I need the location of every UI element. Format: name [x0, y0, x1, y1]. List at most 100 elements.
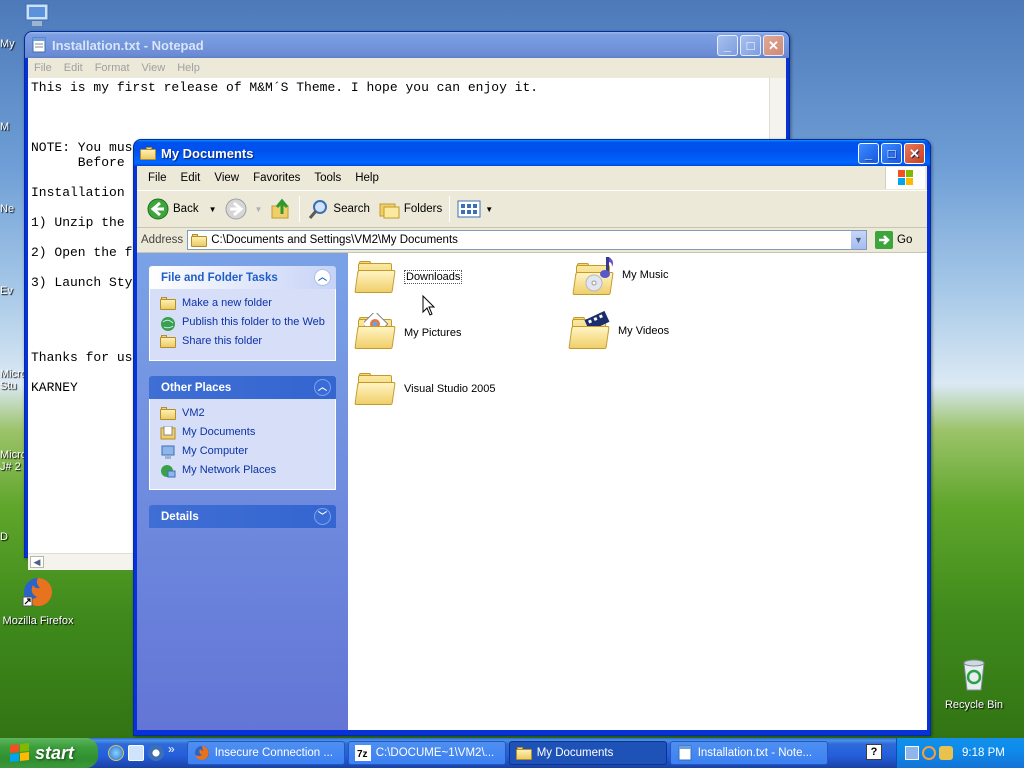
menu-file[interactable]: File	[34, 62, 52, 74]
panel-header[interactable]: File and Folder Tasks ︿	[149, 266, 336, 289]
desktop-edge-label[interactable]: Stu	[0, 380, 17, 392]
close-button[interactable]: ✕	[904, 143, 925, 164]
media-player-icon[interactable]	[148, 745, 164, 761]
maximize-button[interactable]: □	[881, 143, 902, 164]
desktop-edge-label[interactable]: Micro	[0, 368, 27, 380]
panel-header[interactable]: Other Places ︿	[149, 376, 336, 399]
address-input[interactable]: C:\Documents and Settings\VM2\My Documen…	[187, 230, 867, 250]
folder-item-downloads[interactable]: Downloads	[354, 261, 463, 293]
place-my-documents[interactable]: My Documents	[160, 425, 329, 440]
taskbar-item-firefox[interactable]: Insecure Connection ...	[186, 741, 345, 765]
svg-text:7z: 7z	[357, 749, 368, 760]
folder-icon	[354, 261, 396, 293]
views-button[interactable]: ▼	[453, 194, 497, 224]
security-tray-icon[interactable]	[939, 746, 953, 760]
folder-label: Downloads	[404, 270, 463, 284]
up-button[interactable]	[266, 194, 296, 224]
taskbar-item-my-documents[interactable]: My Documents	[508, 741, 667, 765]
maximize-button[interactable]: □	[740, 35, 761, 56]
address-dropdown-icon[interactable]: ▼	[850, 231, 866, 249]
panel-title: Details	[161, 510, 199, 523]
clock[interactable]: 9:18 PM	[962, 747, 1005, 759]
desktop-icon-recycle-bin[interactable]: Recycle Bin	[934, 657, 1014, 711]
close-button[interactable]: ✕	[763, 35, 784, 56]
folder-label: Visual Studio 2005	[404, 383, 496, 395]
menu-view[interactable]: View	[142, 62, 166, 74]
scroll-left-icon[interactable]: ◀	[30, 556, 44, 568]
search-icon	[309, 200, 328, 219]
start-label: start	[35, 742, 75, 763]
desktop-edge-label[interactable]: My	[0, 38, 15, 50]
place-my-network-places[interactable]: My Network Places	[160, 464, 329, 478]
desktop-edge-label[interactable]: Ne	[0, 203, 14, 215]
folder-icon	[140, 146, 156, 160]
folders-button[interactable]: Folders	[374, 194, 446, 224]
go-button[interactable]: Go	[871, 229, 927, 251]
place-my-computer[interactable]: My Computer	[160, 445, 329, 459]
show-desktop-icon[interactable]	[128, 745, 144, 761]
menu-tools[interactable]: Tools	[307, 172, 348, 184]
folder-item-my-music[interactable]: My Music	[572, 255, 668, 295]
menu-edit[interactable]: Edit	[64, 62, 83, 74]
desktop-edge-label[interactable]: M	[0, 121, 9, 133]
windows-flag-icon	[898, 170, 913, 185]
menu-help[interactable]: Help	[177, 62, 200, 74]
taskbar-item-label: C:\DOCUME~1\VM2\...	[375, 747, 495, 759]
taskbar-item-label: Installation.txt - Note...	[697, 747, 813, 759]
menu-help[interactable]: Help	[348, 172, 386, 184]
search-button[interactable]: Search	[303, 194, 373, 224]
desktop-icon-firefox[interactable]: Mozilla Firefox	[0, 575, 78, 627]
taskbar-item-7zip[interactable]: 7z C:\DOCUME~1\VM2\...	[347, 741, 506, 765]
notepad-menu-bar: File Edit Format View Help	[28, 58, 786, 78]
desktop-edge-label[interactable]: Micro	[0, 449, 27, 461]
minimize-button[interactable]: _	[858, 143, 879, 164]
network-tray-icon[interactable]	[905, 746, 919, 760]
desktop-edge-label[interactable]: D	[0, 531, 8, 543]
desktop-edge-label[interactable]: Ev	[0, 285, 13, 297]
forward-dropdown-icon[interactable]: ▼	[255, 205, 263, 214]
windows-flag-icon	[10, 743, 30, 763]
desktop-edge-label[interactable]: J# 2	[0, 461, 21, 473]
explorer-toolbar: Back ▼ ▼ Search Folders ▼	[137, 190, 927, 228]
taskbar-item-notepad[interactable]: Installation.txt - Note...	[669, 741, 828, 765]
search-tray-icon[interactable]	[922, 746, 936, 760]
desktop-icon-top[interactable]	[22, 2, 54, 30]
menu-format[interactable]: Format	[95, 62, 130, 74]
back-button[interactable]: Back ▼	[143, 194, 221, 224]
help-icon[interactable]: ?	[866, 744, 882, 760]
task-share-folder[interactable]: Share this folder	[160, 335, 329, 349]
back-dropdown-icon[interactable]: ▼	[209, 205, 217, 214]
task-label: Publish this folder to the Web	[182, 316, 325, 328]
quick-launch: »	[108, 742, 175, 761]
folder-item-my-videos[interactable]: My Videos	[568, 311, 670, 349]
internet-explorer-icon[interactable]	[108, 745, 124, 761]
notepad-title-bar[interactable]: Installation.txt - Notepad _ □ ✕	[25, 32, 789, 58]
back-label: Back	[173, 203, 199, 215]
menu-file[interactable]: File	[141, 172, 174, 184]
folder-item-visual-studio-2005[interactable]: Visual Studio 2005	[354, 373, 496, 405]
task-make-new-folder[interactable]: Make a new folder	[160, 297, 329, 311]
collapse-chevron-icon[interactable]: ︿	[314, 379, 331, 396]
explorer-title-bar[interactable]: My Documents _ □ ✕	[134, 140, 930, 166]
menu-view[interactable]: View	[207, 172, 246, 184]
recycle-bin-icon	[963, 659, 985, 691]
explorer-window[interactable]: My Documents _ □ ✕ File Edit View Favori…	[133, 139, 931, 736]
expand-chevron-icon[interactable]: ﹀	[314, 508, 331, 525]
menu-favorites[interactable]: Favorites	[246, 172, 307, 184]
folder-label: My Videos	[618, 325, 670, 337]
menu-edit[interactable]: Edit	[174, 172, 208, 184]
task-label: Share this folder	[182, 335, 263, 347]
collapse-chevron-icon[interactable]: ︿	[314, 269, 331, 286]
system-tray: 9:18 PM	[896, 738, 1024, 768]
go-arrow-icon	[875, 231, 893, 249]
quick-launch-chevron[interactable]: »	[168, 742, 175, 756]
minimize-button[interactable]: _	[717, 35, 738, 56]
task-publish-web[interactable]: Publish this folder to the Web	[160, 316, 329, 331]
panel-header[interactable]: Details ﹀	[149, 505, 336, 528]
folder-item-my-pictures[interactable]: My Pictures	[354, 313, 461, 349]
forward-button[interactable]: ▼	[221, 194, 267, 224]
start-button[interactable]: start	[0, 738, 98, 768]
task-label: Make a new folder	[182, 297, 272, 309]
place-vm2[interactable]: VM2	[160, 407, 329, 421]
details-panel: Details ﹀	[149, 505, 336, 528]
